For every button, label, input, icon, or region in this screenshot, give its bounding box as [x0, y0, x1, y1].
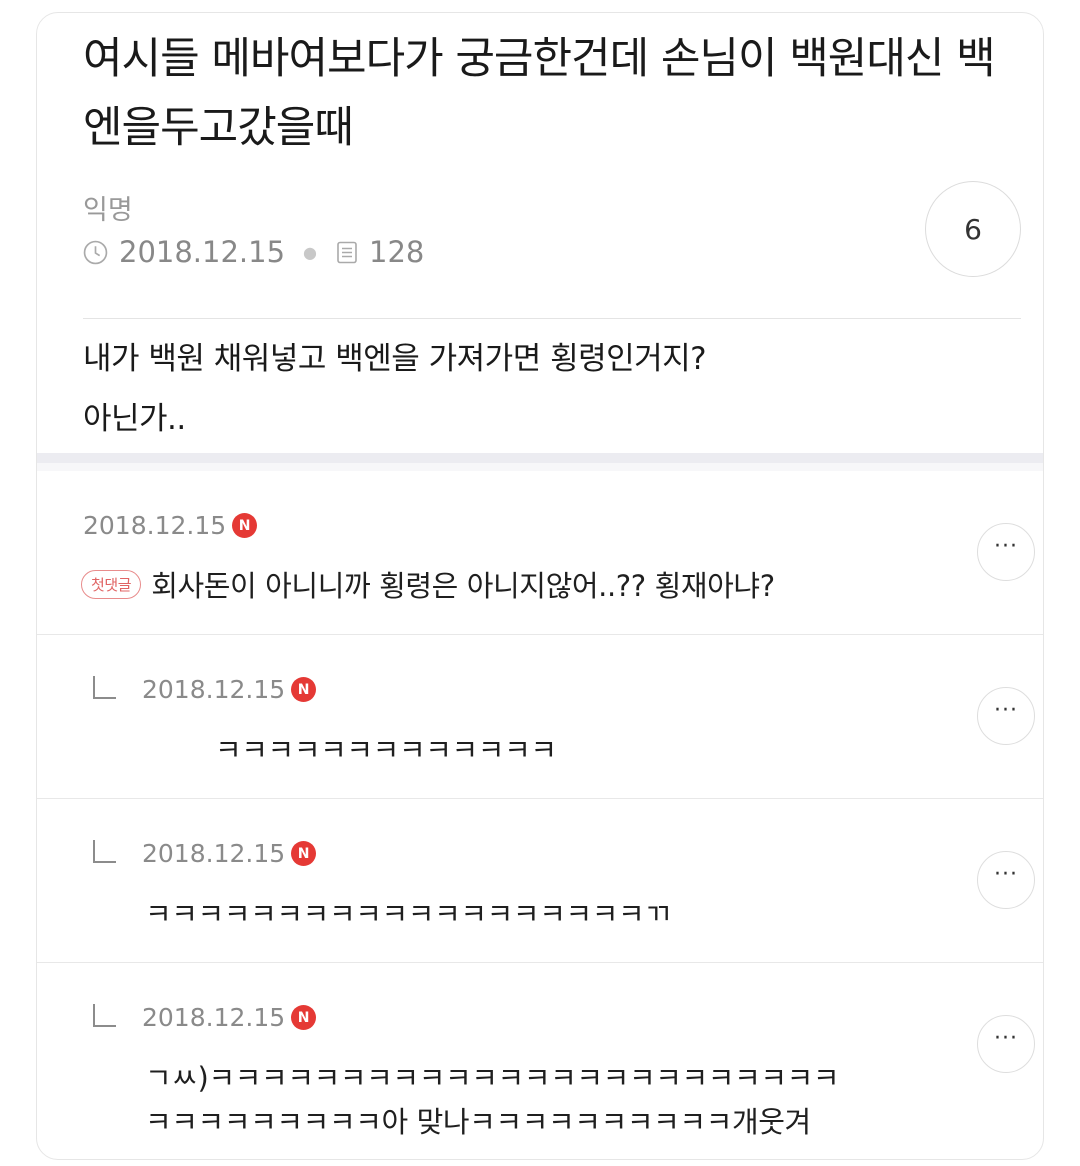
post-views: 128: [369, 235, 425, 269]
more-icon: ···: [994, 1026, 1018, 1051]
reply-arrow-icon: [93, 1004, 116, 1027]
comment-date-row: 2018.12.15 N: [83, 511, 258, 540]
comment-date: 2018.12.15: [83, 511, 227, 540]
comment-more-button[interactable]: ···: [977, 687, 1035, 745]
comment-text: 회사돈이 아니니까 횡령은 아니지않어..?? 횡재아냐?: [151, 569, 775, 603]
comment-text: ㅋㅋㅋㅋㅋㅋㅋㅋㅋㅋㅋㅋㅋ: [215, 733, 557, 767]
comment-count-button[interactable]: 6: [925, 181, 1021, 277]
comment-date-row: 2018.12.15 N: [142, 675, 317, 704]
reply-item: 2018.12.15 N ㅋㅋㅋㅋㅋㅋㅋㅋㅋㅋㅋㅋㅋ ···: [37, 635, 1043, 799]
comment-date: 2018.12.15: [142, 839, 286, 868]
more-icon: ···: [994, 534, 1018, 559]
reply-arrow-icon: [93, 840, 116, 863]
section-divider-shadow: [37, 463, 1043, 471]
comment-date-row: 2018.12.15 N: [142, 1003, 317, 1032]
post-card: 여시들 메바여보다가 궁금한건데 손님이 백원대신 백엔을두고갔을때 익명 20…: [36, 12, 1044, 1160]
post-title: 여시들 메바여보다가 궁금한건데 손님이 백원대신 백엔을두고갔을때: [83, 34, 996, 153]
comment-more-button[interactable]: ···: [977, 1015, 1035, 1073]
comment-more-button[interactable]: ···: [977, 851, 1035, 909]
reply-arrow-icon: [93, 676, 116, 699]
post-body-line: 내가 백원 채워넣고 백엔을 가져가면 횡령인거지?: [83, 341, 707, 377]
reply-item: 2018.12.15 N ㅋㅋㅋㅋㅋㅋㅋㅋㅋㅋㅋㅋㅋㅋㅋㅋㅋㅋㅋㄲ ···: [37, 799, 1043, 963]
more-icon: ···: [994, 862, 1018, 887]
meta-separator: ●: [303, 242, 318, 262]
new-badge: N: [291, 1005, 317, 1030]
new-badge: N: [291, 677, 317, 702]
post-date: 2018.12.15: [119, 235, 286, 269]
comment-date-row: 2018.12.15 N: [142, 839, 317, 868]
reply-item: 2018.12.15 N ㄱㅆ)ㅋㅋㅋㅋㅋㅋㅋㅋㅋㅋㅋㅋㅋㅋㅋㅋㅋㅋㅋㅋㅋㅋㅋㅋ…: [37, 963, 1043, 1159]
post-body-line: 아닌가..: [83, 401, 186, 437]
document-icon: [337, 241, 357, 263]
post-body: 내가 백원 채워넣고 백엔을 가져가면 횡령인거지? 아닌가..: [83, 329, 983, 449]
new-badge: N: [291, 841, 317, 866]
comment-text: ㅋㅋㅋㅋㅋㅋㅋㅋㅋ아 맞나ㅋㅋㅋㅋㅋㅋㅋㅋㅋㅋ개웃겨: [145, 1105, 811, 1139]
clock-icon: [83, 240, 108, 264]
comment-text: ㅋㅋㅋㅋㅋㅋㅋㅋㅋㅋㅋㅋㅋㅋㅋㅋㅋㅋㅋㄲ: [145, 897, 671, 931]
post-meta: 2018.12.15 ● 128: [83, 235, 424, 269]
section-divider: [37, 453, 1043, 463]
post-author[interactable]: 익명: [83, 188, 133, 227]
post-header: 여시들 메바여보다가 궁금한건데 손님이 백원대신 백엔을두고갔을때 익명 20…: [37, 13, 1043, 453]
new-badge: N: [232, 513, 258, 538]
first-comment-badge: 첫댓글: [81, 569, 142, 599]
comment-text: ㄱㅆ)ㅋㅋㅋㅋㅋㅋㅋㅋㅋㅋㅋㅋㅋㅋㅋㅋㅋㅋㅋㅋㅋㅋㅋㅋ: [145, 1061, 840, 1095]
comment-text-row: 첫댓글 회사돈이 아니니까 횡령은 아니지않어..?? 횡재아냐?: [81, 563, 775, 605]
more-icon: ···: [994, 698, 1018, 723]
comment-more-button[interactable]: ···: [977, 523, 1035, 581]
comment-item: 2018.12.15 N 첫댓글 회사돈이 아니니까 횡령은 아니지않어..?? …: [37, 471, 1043, 635]
comment-date: 2018.12.15: [142, 675, 286, 704]
comment-date: 2018.12.15: [142, 1003, 286, 1032]
divider: [83, 318, 1021, 319]
